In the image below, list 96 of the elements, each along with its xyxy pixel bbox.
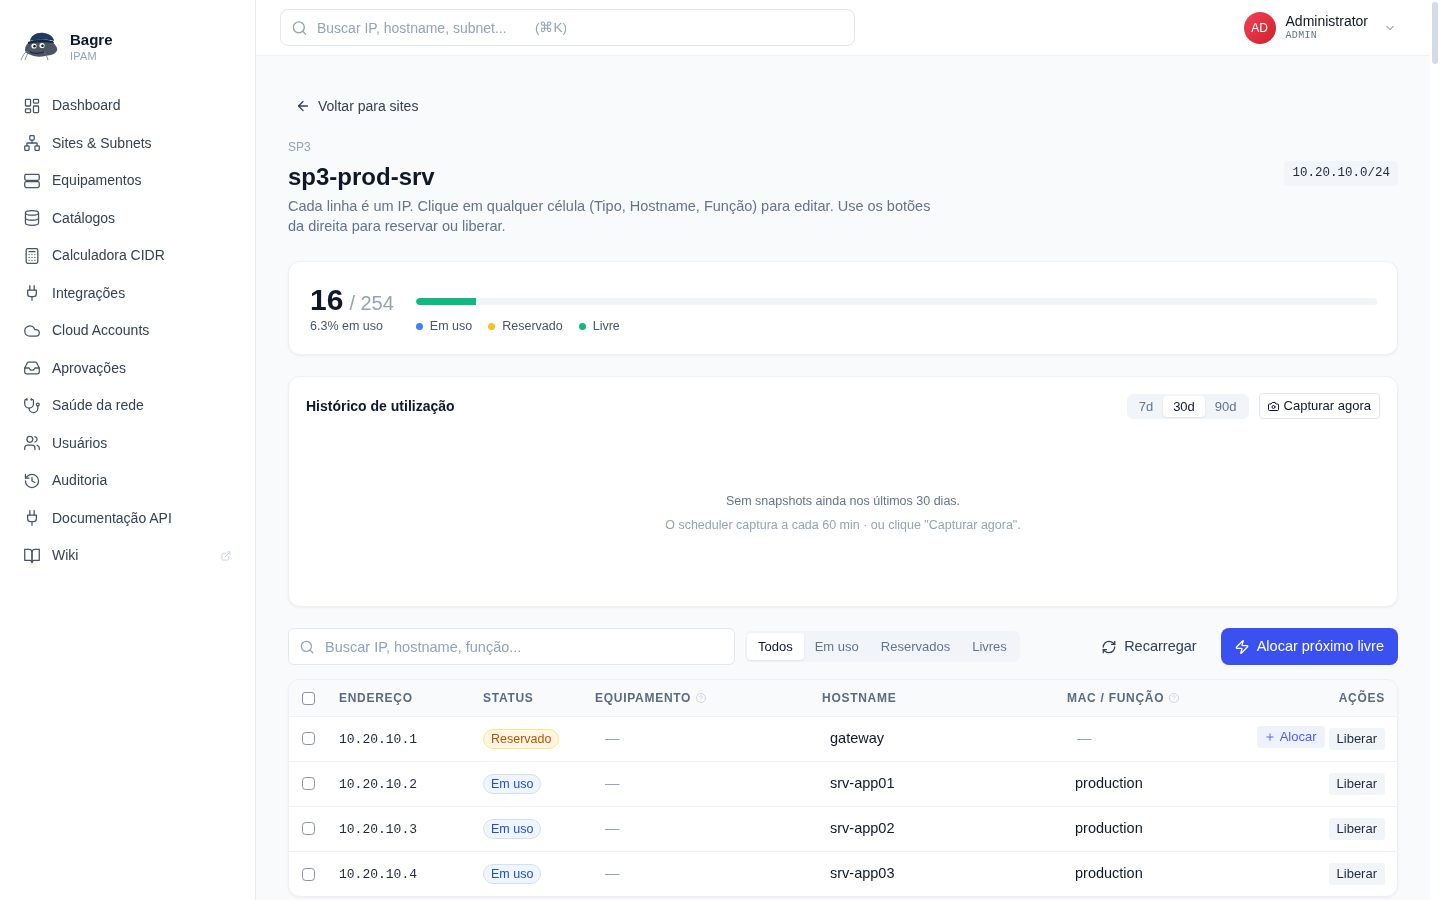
- reload-button[interactable]: Recarregar: [1100, 629, 1199, 664]
- site-label: SP3: [288, 139, 312, 155]
- cidr-badge: 10.20.10.0/24: [1284, 161, 1398, 186]
- legend-label: Livre: [592, 318, 620, 334]
- user-role: ADMIN: [1285, 29, 1319, 42]
- nav-item[interactable]: Documentação API: [12, 499, 243, 537]
- column-header: ENDEREÇO: [339, 689, 413, 707]
- back-link[interactable]: Voltar para sites: [288, 92, 427, 120]
- ip-address: 10.20.10.4: [339, 866, 417, 882]
- release-button[interactable]: Liberar: [1328, 817, 1385, 840]
- column-header: MAC / FUNÇÃO: [1067, 689, 1165, 707]
- status-badge: Em uso: [483, 773, 542, 794]
- table-search-field[interactable]: Buscar IP, hostname, função...: [288, 628, 735, 665]
- search-icon: [292, 20, 307, 35]
- database-icon: [24, 210, 40, 227]
- brand-name: Bagre: [70, 30, 113, 49]
- select-all-checkbox[interactable]: [302, 692, 315, 706]
- nav-item[interactable]: Integrações: [12, 274, 243, 312]
- column-header: EQUIPAMENTO: [595, 689, 692, 707]
- nav-item[interactable]: Sites & Subnets: [12, 124, 243, 162]
- filter-tab[interactable]: Em uso: [803, 633, 870, 660]
- nav-item[interactable]: Aprovações: [12, 349, 243, 387]
- card-title: Histórico de utilização: [306, 396, 455, 416]
- nav-item[interactable]: Auditoria: [12, 462, 243, 500]
- sitemap-icon: [24, 135, 40, 152]
- column-header: STATUS: [483, 689, 534, 707]
- ip-address: 10.20.10.2: [339, 776, 417, 792]
- capture-button[interactable]: Capturar agora: [1258, 393, 1380, 419]
- plug-icon: [24, 285, 40, 302]
- lightning-icon: [1234, 639, 1249, 654]
- catfish-icon: [20, 31, 58, 62]
- status-badge: Em uso: [483, 863, 542, 884]
- calculator-icon: [24, 247, 40, 264]
- range-tab[interactable]: 7d: [1128, 395, 1164, 417]
- function-text[interactable]: production: [1067, 772, 1151, 795]
- function-text[interactable]: production: [1067, 817, 1151, 840]
- hostname-text[interactable]: srv-app01: [822, 772, 903, 795]
- ip-address: 10.20.10.3: [339, 821, 417, 837]
- range-tab[interactable]: 30d: [1163, 395, 1205, 417]
- nav-item[interactable]: Calculadora CIDR: [12, 237, 243, 275]
- column-header: AÇÕES: [1338, 689, 1385, 707]
- allocate-action-button[interactable]: Alocar: [1256, 726, 1325, 748]
- book-icon: [24, 547, 40, 564]
- usage-caption: 6.3% em uso: [310, 318, 384, 334]
- nav-item[interactable]: Dashboard: [12, 87, 243, 125]
- allocate-button[interactable]: Alocar próximo livre: [1220, 628, 1398, 665]
- user-avatar[interactable]: AD: [1243, 11, 1276, 44]
- refresh-icon: [1102, 639, 1117, 654]
- brand-subtitle: IPAM: [70, 48, 98, 63]
- nav-item[interactable]: Saúde da rede: [12, 387, 243, 425]
- nav-item[interactable]: Wiki: [12, 537, 243, 575]
- stethoscope-icon: [24, 397, 40, 414]
- hostname-text[interactable]: srv-app03: [822, 862, 903, 885]
- filter-tab[interactable]: Todos: [747, 633, 804, 660]
- legend-label: Reservado: [502, 318, 563, 334]
- nav-item[interactable]: Usuários: [12, 424, 243, 462]
- filter-tab[interactable]: Livres: [961, 633, 1018, 660]
- shortcut-hint: (⌘K): [535, 18, 567, 37]
- function-text[interactable]: production: [1067, 862, 1151, 885]
- scrollbar-thumb[interactable]: [1432, 2, 1438, 64]
- row-checkbox[interactable]: [302, 822, 315, 836]
- row-checkbox[interactable]: [302, 867, 315, 881]
- used-count: 16: [310, 282, 344, 318]
- empty-state-title: Sem snapshots ainda nos últimos 30 dias.: [725, 492, 961, 510]
- page-description: Cada linha é um IP. Clique em qualquer célula (Tipo, Hostname, Função) para editar. Use os botões da direita para reservar ou liberar.: [288, 197, 932, 236]
- nav-item[interactable]: Catálogos: [12, 199, 243, 237]
- inbox-icon: [24, 360, 40, 377]
- filter-tab[interactable]: Reservados: [869, 633, 962, 660]
- cloud-icon: [24, 322, 40, 339]
- ip-address: 10.20.10.1: [339, 731, 417, 747]
- release-button[interactable]: Liberar: [1328, 728, 1385, 750]
- status-badge: Reservado: [483, 728, 560, 749]
- grid-icon: [24, 97, 40, 114]
- row-checkbox[interactable]: [302, 777, 315, 791]
- release-button[interactable]: Liberar: [1328, 862, 1385, 885]
- plus-icon: [1264, 732, 1275, 742]
- status-badge: Em uso: [483, 818, 542, 839]
- nav-item[interactable]: Cloud Accounts: [12, 312, 243, 350]
- release-button[interactable]: Liberar: [1328, 772, 1385, 795]
- row-checkbox[interactable]: [302, 732, 315, 746]
- camera-icon: [1267, 400, 1279, 412]
- column-header: HOSTNAME: [822, 689, 897, 707]
- empty-state-hint: O scheduler captura a cada 60 min · ou clique "Capturar agora".: [665, 516, 1021, 534]
- hostname-text[interactable]: gateway: [822, 727, 892, 750]
- plug-icon: [24, 510, 40, 527]
- users-icon: [24, 435, 40, 452]
- nav-item[interactable]: Equipamentos: [12, 162, 243, 200]
- legend-label: Em uso: [429, 318, 473, 334]
- history-icon: [24, 472, 40, 489]
- range-tab[interactable]: 90d: [1204, 395, 1247, 417]
- hostname-text[interactable]: srv-app02: [822, 817, 903, 840]
- page-title: sp3-prod-srv: [288, 162, 436, 192]
- server-icon: [24, 172, 40, 189]
- total-count: / 254: [349, 291, 394, 316]
- user-name: Administrator: [1285, 13, 1368, 29]
- search-icon: [300, 639, 314, 654]
